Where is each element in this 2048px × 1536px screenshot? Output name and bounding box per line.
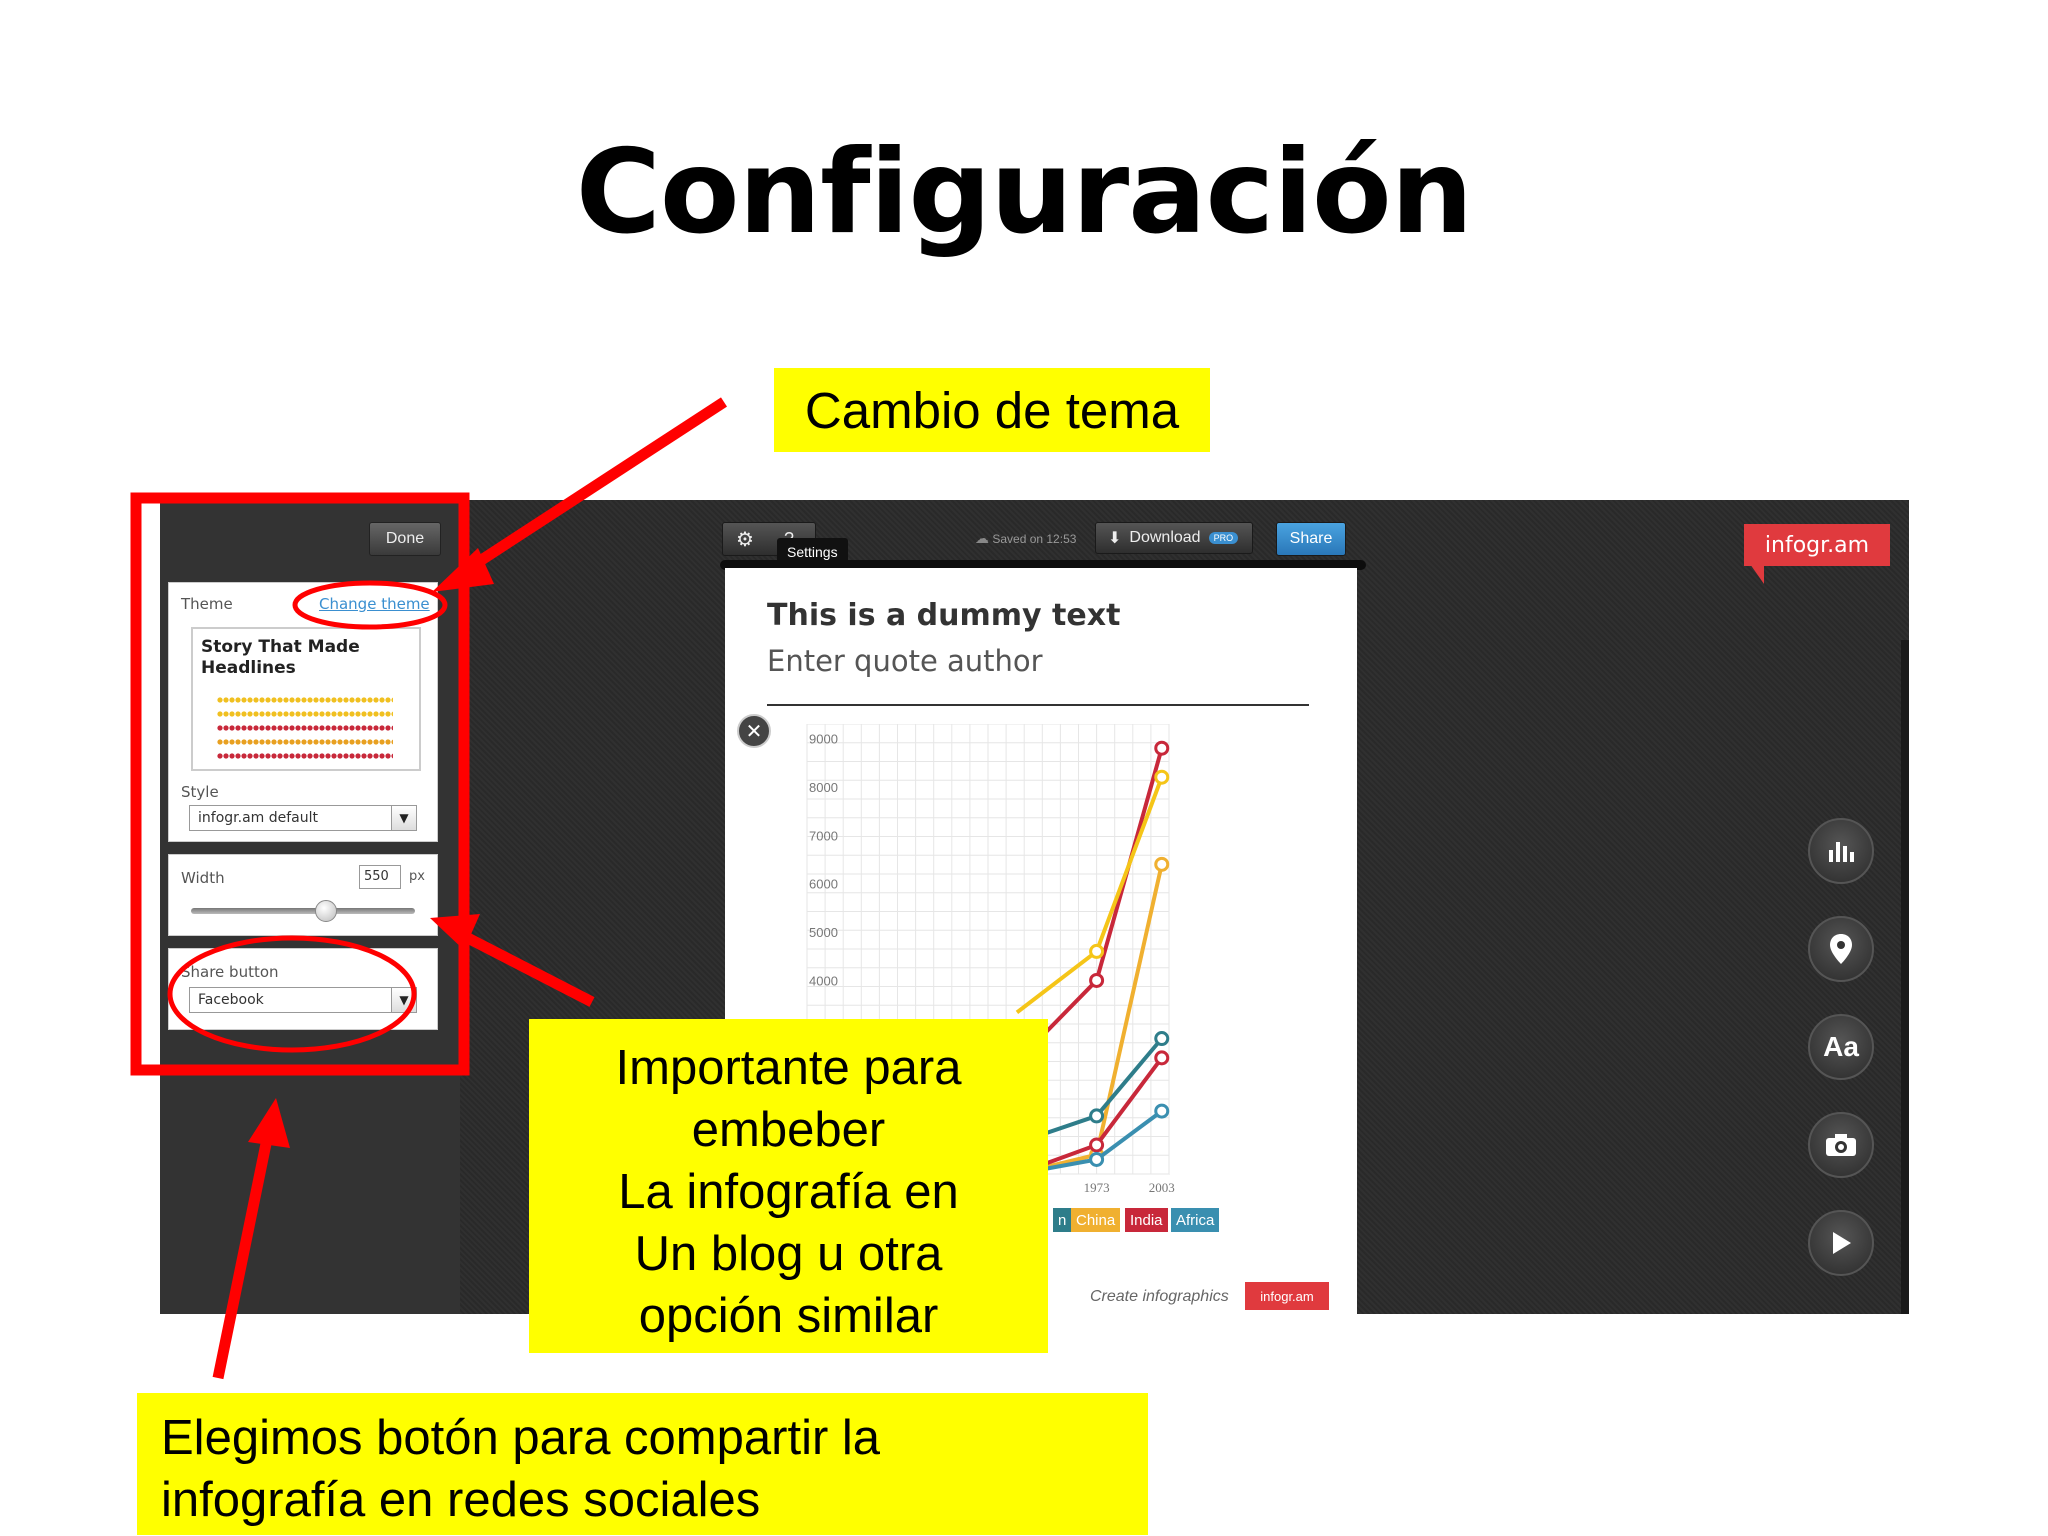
- data-point: [1154, 1103, 1170, 1119]
- download-label: Download: [1129, 529, 1201, 546]
- callout-share-line: Elegimos botón para compartir la: [161, 1411, 881, 1465]
- y-tick-label: 4000: [809, 973, 838, 988]
- saved-status-text: Saved on 12:53: [992, 532, 1077, 546]
- people-icon: [217, 709, 393, 719]
- done-button[interactable]: Done: [369, 522, 441, 556]
- download-icon: ⬇: [1108, 530, 1122, 547]
- slide-title: Configuración: [575, 125, 1474, 260]
- callout-embed-line: Importante para: [615, 1041, 962, 1095]
- data-point: [1089, 943, 1105, 959]
- callout-embed: Importante para embeber La infografía en…: [529, 1019, 1048, 1353]
- pro-badge: PRO: [1208, 532, 1239, 544]
- share-button-select-value: Facebook: [198, 992, 264, 1008]
- share-button-label: Share button: [181, 963, 279, 981]
- data-point: [1089, 1137, 1105, 1153]
- gear-icon[interactable]: ⚙: [723, 527, 767, 552]
- x-tick-label: 2003: [1149, 1180, 1175, 1194]
- data-point: [1154, 1031, 1170, 1047]
- callout-share-line: infografía en redes sociales: [161, 1473, 761, 1527]
- data-point: [1154, 856, 1170, 872]
- y-tick-label: 5000: [809, 925, 838, 940]
- callout-embed-line: Un blog u otra: [634, 1227, 943, 1281]
- download-button[interactable]: ⬇ Download PRO: [1095, 522, 1253, 554]
- change-theme-link[interactable]: Change theme: [319, 595, 430, 613]
- callout-embed-line: La infografía en: [618, 1165, 959, 1219]
- data-point: [1089, 972, 1105, 988]
- share-button-card: Share button Facebook ▼: [168, 948, 438, 1030]
- footer-logo: infogr.am: [1245, 1282, 1329, 1310]
- callout-embed-line: opción similar: [638, 1289, 939, 1343]
- people-icon: [217, 751, 393, 761]
- create-infographics-text: Create infographics: [1090, 1288, 1229, 1305]
- style-select-value: infogr.am default: [198, 810, 318, 826]
- camera-icon[interactable]: [1808, 1112, 1874, 1178]
- data-point: [1154, 740, 1170, 756]
- callout-share: Elegimos botón para compartir la infogra…: [137, 1393, 1148, 1535]
- data-point: [1154, 1050, 1170, 1066]
- data-point: [1089, 1108, 1105, 1124]
- width-input[interactable]: 550: [359, 865, 401, 889]
- x-tick-label: 1973: [1084, 1180, 1110, 1194]
- width-label: Width: [181, 869, 225, 887]
- share-button-select[interactable]: Facebook ▼: [189, 987, 417, 1013]
- style-label: Style: [181, 783, 219, 801]
- close-icon[interactable]: ✕: [737, 714, 771, 748]
- chevron-down-icon: ▼: [391, 988, 416, 1012]
- brand-logo-tail: [1750, 564, 1764, 584]
- share-button[interactable]: Share: [1276, 522, 1346, 556]
- chart-icon[interactable]: [1808, 818, 1874, 884]
- divider: [767, 704, 1309, 706]
- width-card: Width 550 px: [168, 854, 438, 936]
- theme-thumbnail[interactable]: Story That Made Headlines: [191, 627, 421, 771]
- data-point: [1089, 1151, 1105, 1167]
- style-select[interactable]: infogr.am default ▼: [189, 805, 417, 831]
- quote-text[interactable]: This is a dummy text: [767, 598, 1120, 633]
- width-slider[interactable]: [191, 908, 415, 914]
- play-icon[interactable]: [1808, 1210, 1874, 1276]
- y-tick-label: 8000: [809, 780, 838, 795]
- scrollbar[interactable]: [1901, 640, 1909, 1314]
- cloud-icon: ☁: [975, 530, 989, 546]
- data-point: [1154, 769, 1170, 785]
- settings-panel: Done Theme Change theme Story That Made …: [160, 500, 460, 1314]
- map-pin-icon[interactable]: [1808, 916, 1874, 982]
- legend-item-partial: n: [1053, 1208, 1072, 1232]
- people-icon: [217, 737, 393, 747]
- callout-theme-change-text: Cambio de tema: [804, 381, 1180, 439]
- legend-item-china: China: [1071, 1208, 1121, 1232]
- people-icon: [217, 695, 393, 705]
- legend-item-india: India: [1125, 1208, 1168, 1232]
- width-unit: px: [409, 869, 425, 884]
- text-icon[interactable]: Aa: [1808, 1014, 1874, 1080]
- legend-item-africa: Africa: [1171, 1208, 1220, 1232]
- people-icon: [217, 723, 393, 733]
- quote-author[interactable]: Enter quote author: [767, 644, 1043, 678]
- brand-logo: infogr.am: [1744, 524, 1890, 566]
- theme-thumbnail-title: Story That Made Headlines: [201, 637, 360, 678]
- y-tick-label: 9000: [809, 732, 838, 747]
- saved-status: ☁ Saved on 12:53: [975, 530, 1076, 547]
- y-tick-label: 6000: [809, 877, 838, 892]
- width-slider-handle[interactable]: [315, 900, 338, 922]
- callout-theme-change: Cambio de tema: [774, 368, 1210, 452]
- y-tick-label: 7000: [809, 828, 838, 843]
- theme-label: Theme: [181, 595, 233, 613]
- theme-card: Theme Change theme Story That Made Headl…: [168, 582, 438, 842]
- chevron-down-icon: ▼: [391, 806, 416, 830]
- callout-embed-line: embeber: [691, 1103, 886, 1157]
